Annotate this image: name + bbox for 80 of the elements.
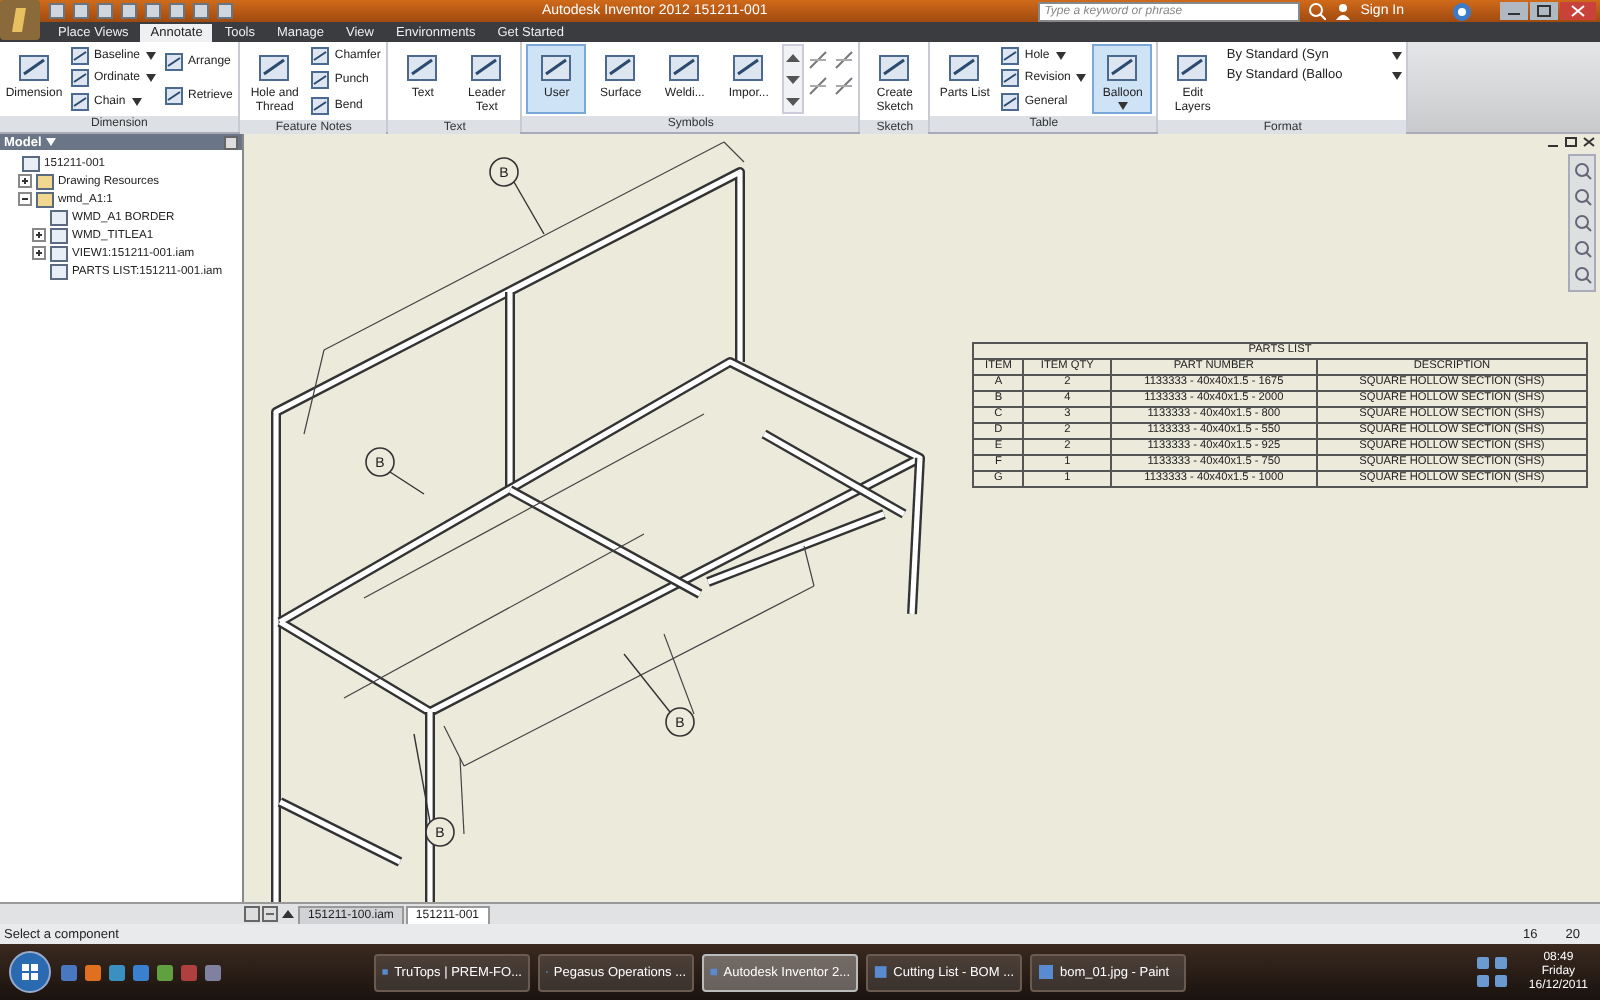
leader-line bbox=[623, 653, 671, 713]
toolbar-square-icon[interactable] bbox=[96, 2, 114, 20]
toolbar-square-icon[interactable] bbox=[168, 2, 186, 20]
caret-icon bbox=[1392, 51, 1403, 59]
tool-icon bbox=[164, 86, 185, 107]
help-icon[interactable] bbox=[1452, 1, 1472, 21]
tool-icon bbox=[70, 92, 90, 113]
window-square-icon bbox=[874, 964, 888, 980]
tool-icon bbox=[876, 50, 913, 86]
zoom-icon[interactable] bbox=[1573, 240, 1591, 258]
zoom-icon[interactable] bbox=[1573, 162, 1591, 180]
tool-icon bbox=[16, 50, 52, 86]
collapse-icon[interactable] bbox=[18, 192, 32, 206]
tool-icon bbox=[310, 46, 331, 67]
tray-square-icon[interactable] bbox=[1476, 974, 1491, 988]
tool-icon bbox=[310, 95, 331, 116]
tool-icon bbox=[1104, 50, 1141, 86]
zoom-icon[interactable] bbox=[1573, 188, 1591, 206]
close-icon[interactable] bbox=[1560, 2, 1596, 20]
tile-icon[interactable] bbox=[244, 906, 260, 922]
leader-line bbox=[413, 733, 431, 823]
expand-icon[interactable] bbox=[32, 228, 46, 242]
toolbar-square-icon[interactable] bbox=[216, 2, 234, 20]
caret-icon bbox=[45, 138, 56, 146]
app-menu-icon[interactable] bbox=[0, 0, 40, 40]
window-square-icon bbox=[382, 964, 389, 980]
tool-icon bbox=[1000, 68, 1021, 89]
tool-icon bbox=[1174, 50, 1211, 86]
tool-icon bbox=[256, 50, 293, 86]
line-tool-icon[interactable] bbox=[834, 76, 855, 96]
zoom-icon[interactable] bbox=[1573, 214, 1591, 232]
pin-icon[interactable] bbox=[224, 135, 238, 149]
tray-square-icon[interactable] bbox=[1476, 956, 1491, 970]
person-icon[interactable] bbox=[1334, 2, 1353, 20]
up-arrow-icon[interactable] bbox=[280, 906, 296, 922]
tool-icon bbox=[666, 50, 703, 86]
leader-line bbox=[389, 471, 425, 495]
close-icon[interactable] bbox=[1582, 136, 1596, 148]
tool-icon bbox=[70, 45, 90, 66]
tray-square-icon[interactable] bbox=[1494, 974, 1509, 988]
app-square-icon[interactable] bbox=[204, 963, 222, 981]
toolbar-square-icon[interactable] bbox=[72, 2, 90, 20]
line-tool-icon[interactable] bbox=[834, 50, 855, 70]
zoom-icon[interactable] bbox=[1573, 266, 1591, 284]
app-square-icon[interactable] bbox=[180, 963, 198, 981]
expand-icon[interactable] bbox=[18, 174, 32, 188]
app-square-icon[interactable] bbox=[84, 963, 102, 981]
cascade-icon[interactable] bbox=[262, 906, 278, 922]
minimize-icon[interactable] bbox=[1500, 2, 1528, 20]
maximize-icon[interactable] bbox=[1530, 2, 1558, 20]
window-square-icon bbox=[1038, 964, 1054, 980]
tool-icon bbox=[602, 50, 639, 86]
toolbar-square-icon[interactable] bbox=[192, 2, 210, 20]
tool-icon bbox=[468, 50, 505, 86]
search-icon[interactable] bbox=[1308, 2, 1327, 20]
caret-icon bbox=[1392, 71, 1403, 79]
window-square-icon bbox=[710, 964, 718, 980]
line-tool-icon[interactable] bbox=[808, 76, 829, 96]
app-square-icon[interactable] bbox=[132, 963, 150, 981]
tool-icon bbox=[1000, 45, 1021, 66]
tool-icon bbox=[946, 50, 983, 86]
tool-icon bbox=[730, 50, 767, 86]
tool-icon bbox=[70, 68, 90, 89]
leader-line bbox=[513, 181, 545, 235]
app-square-icon[interactable] bbox=[156, 963, 174, 981]
restore-icon[interactable] bbox=[1564, 136, 1578, 148]
toolbar-square-icon[interactable] bbox=[48, 2, 66, 20]
app-square-icon[interactable] bbox=[60, 963, 78, 981]
line-tool-icon[interactable] bbox=[808, 50, 829, 70]
tool-icon bbox=[164, 51, 185, 72]
expand-icon[interactable] bbox=[32, 246, 46, 260]
tool-icon bbox=[1000, 92, 1021, 113]
tool-icon bbox=[538, 50, 575, 86]
toolbar-square-icon[interactable] bbox=[144, 2, 162, 20]
tray-square-icon[interactable] bbox=[1494, 956, 1509, 970]
toolbar-square-icon[interactable] bbox=[120, 2, 138, 20]
app-square-icon[interactable] bbox=[108, 963, 126, 981]
start-button-icon[interactable] bbox=[8, 950, 52, 994]
tool-icon bbox=[310, 70, 331, 91]
tool-icon bbox=[404, 50, 441, 86]
